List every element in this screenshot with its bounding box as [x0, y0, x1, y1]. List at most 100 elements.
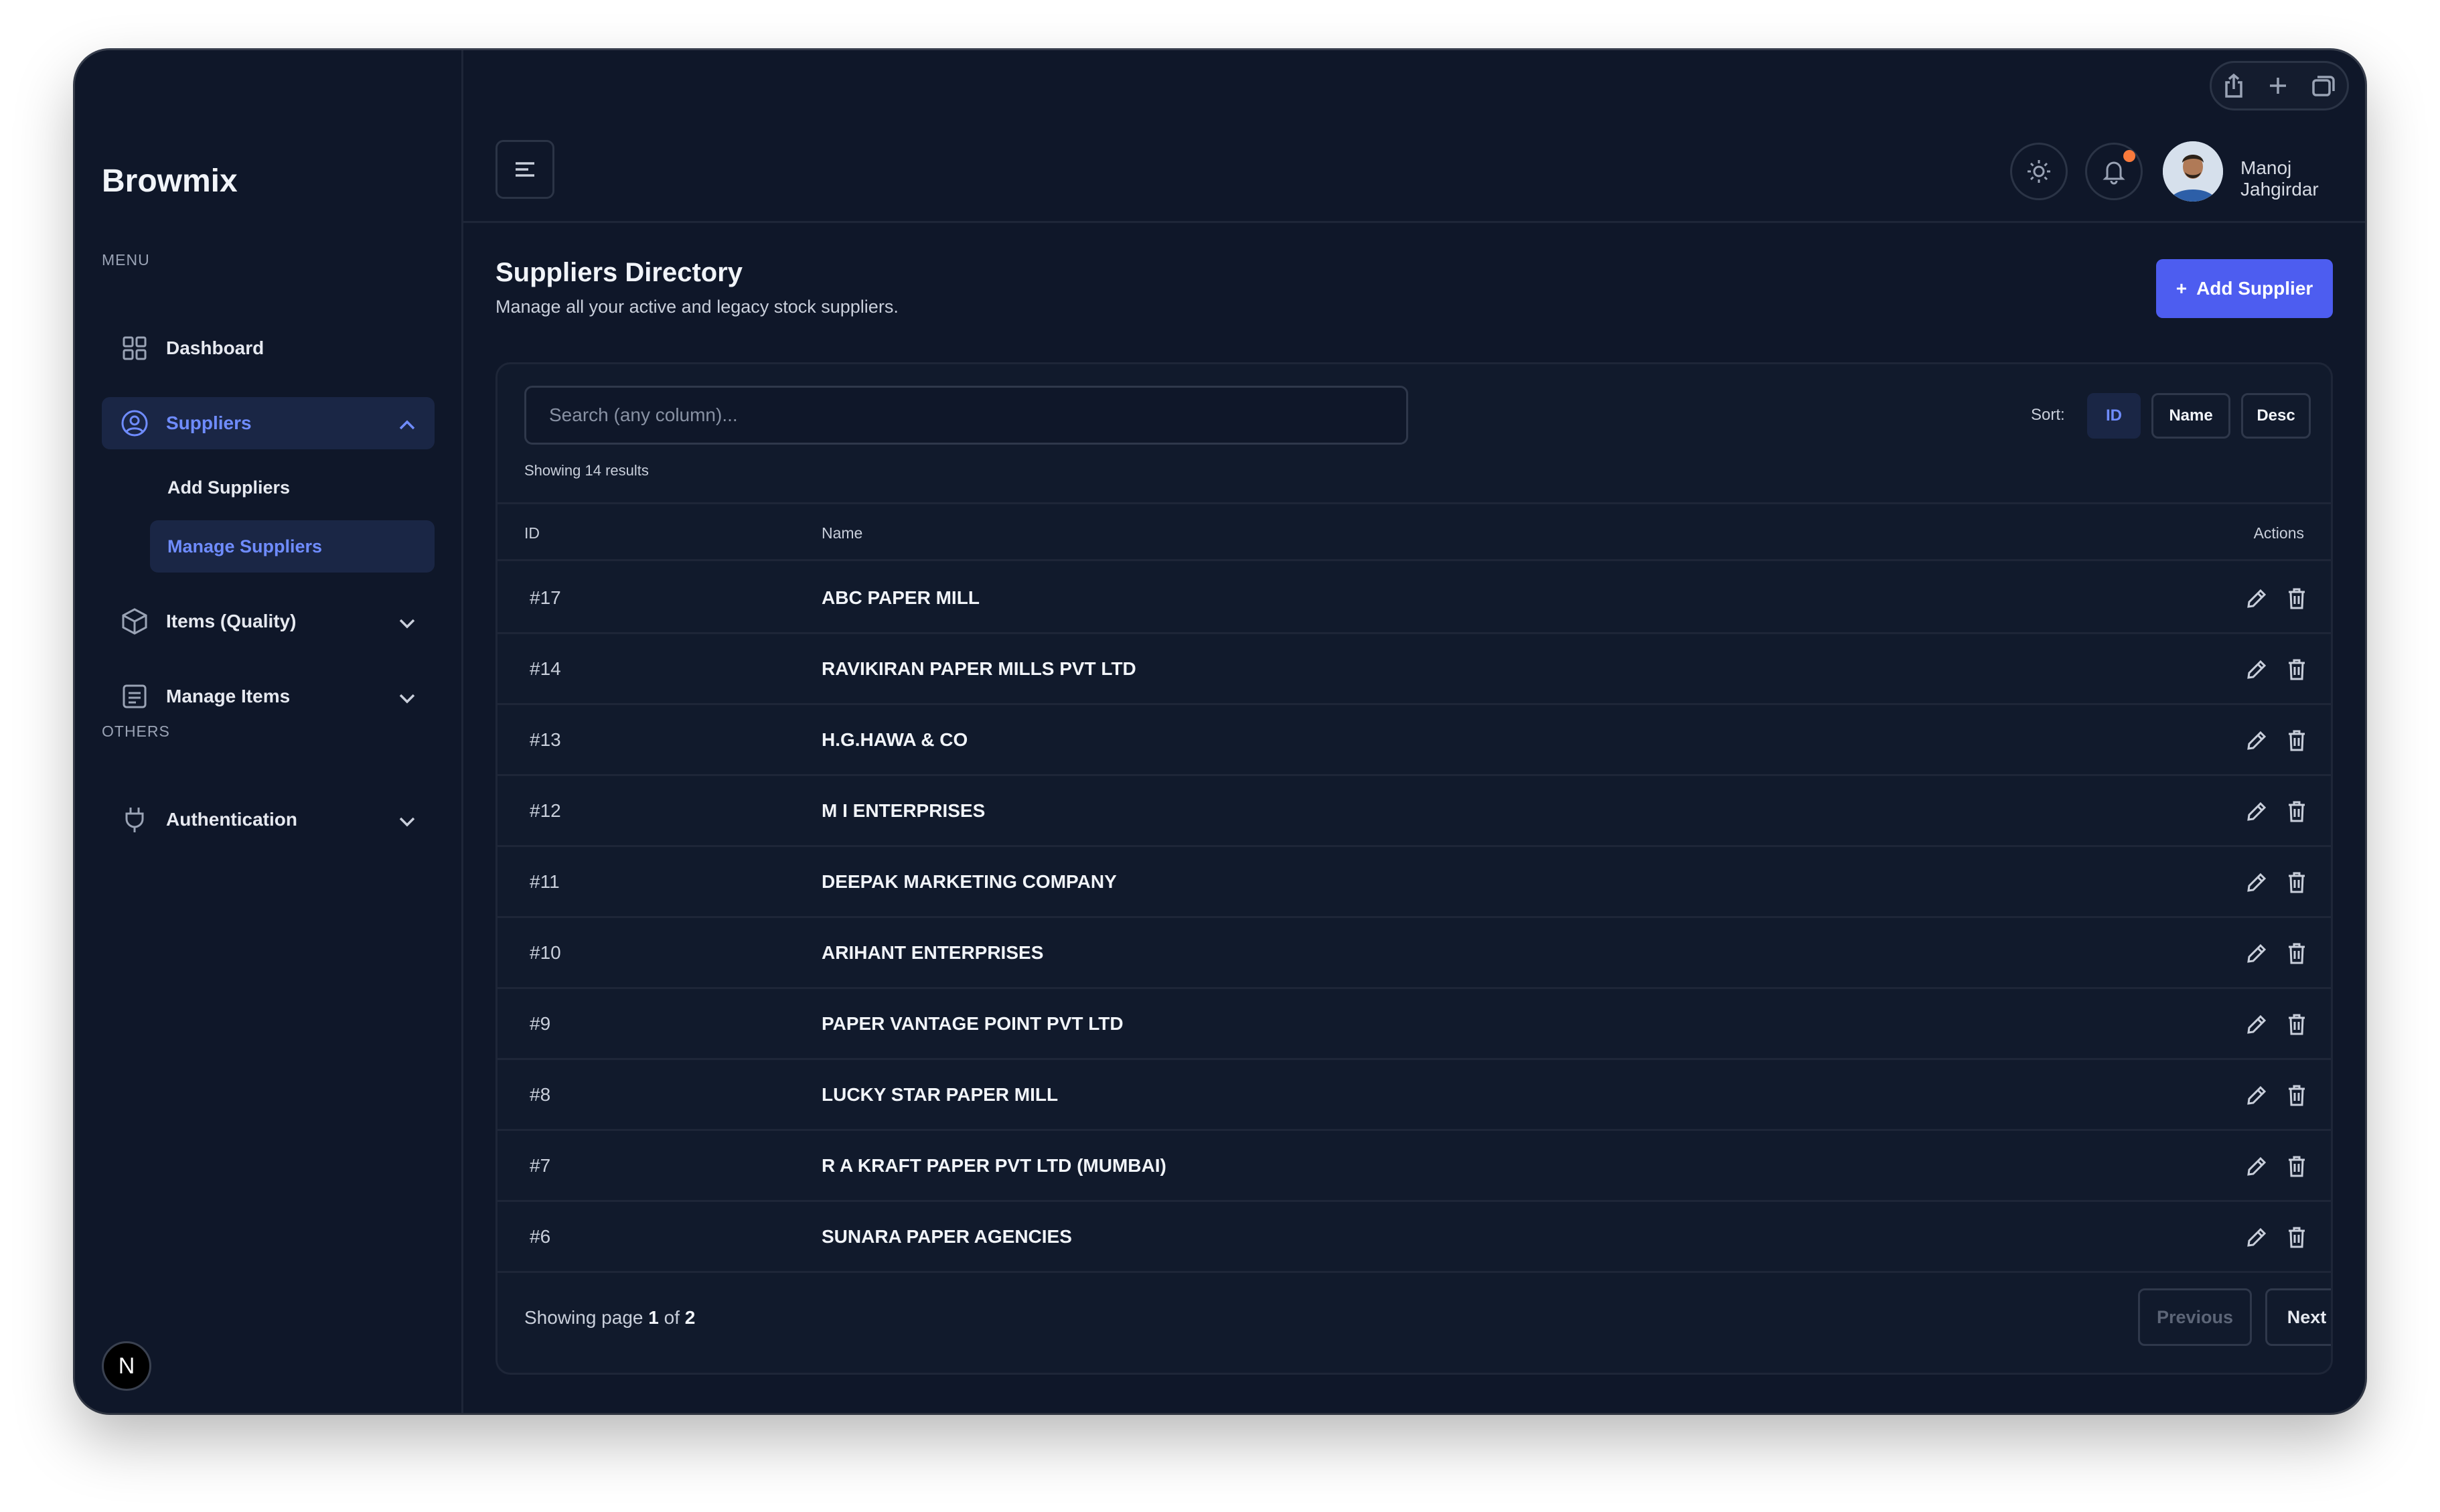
top-header: Manoj Jahgirdar: [463, 50, 2365, 223]
table-row: #13 H.G.HAWA & CO: [498, 705, 2331, 776]
grid-icon: [121, 334, 149, 362]
trash-icon[interactable]: [2284, 799, 2309, 824]
row-id: #17: [530, 587, 561, 608]
sun-icon: [2028, 160, 2050, 183]
browser-window: Browmix MENU Dashboard Suppliers Add Sup…: [75, 50, 2365, 1413]
row-name: H.G.HAWA & CO: [822, 729, 968, 750]
table-row: #7 R A KRAFT PAPER PVT LTD (MUMBAI): [498, 1131, 2331, 1202]
suppliers-card: Sort: ID Name Desc Showing 14 results ID…: [495, 362, 2333, 1375]
row-id: #6: [530, 1226, 551, 1247]
trash-icon[interactable]: [2284, 728, 2309, 753]
user-circle-icon: [121, 409, 149, 437]
row-name: SUNARA PAPER AGENCIES: [822, 1226, 1072, 1247]
theme-toggle-button[interactable]: [2010, 143, 2068, 200]
chevron-up-icon: [398, 414, 416, 436]
previous-page-button[interactable]: Previous: [2138, 1288, 2252, 1346]
column-header-actions: Actions: [2253, 524, 2304, 542]
edit-icon[interactable]: [2244, 941, 2269, 966]
row-id: #11: [530, 871, 560, 892]
row-name: DEEPAK MARKETING COMPANY: [822, 871, 1117, 892]
row-name: M I ENTERPRISES: [822, 800, 986, 821]
trash-icon[interactable]: [2284, 657, 2309, 682]
row-name: R A KRAFT PAPER PVT LTD (MUMBAI): [822, 1155, 1166, 1176]
avatar[interactable]: [2163, 141, 2223, 202]
others-section-title: OTHERS: [102, 723, 170, 740]
table-row: #10 ARIHANT ENTERPRISES: [498, 918, 2331, 989]
edit-icon[interactable]: [2244, 1012, 2269, 1037]
notifications-button[interactable]: [2085, 143, 2143, 200]
row-id: #13: [530, 729, 561, 750]
bell-icon: [2103, 161, 2125, 185]
sort-name-button[interactable]: Name: [2151, 393, 2230, 439]
row-id: #12: [530, 800, 561, 821]
list-icon: [121, 682, 149, 710]
trash-icon[interactable]: [2284, 941, 2309, 966]
edit-icon[interactable]: [2244, 1225, 2269, 1250]
edit-icon[interactable]: [2244, 799, 2269, 824]
dev-tools-badge[interactable]: N: [102, 1341, 151, 1391]
sidebar-item-label: Authentication: [166, 809, 297, 830]
page-title: Suppliers Directory: [495, 258, 743, 287]
results-count: Showing 14 results: [524, 462, 649, 479]
trash-icon[interactable]: [2284, 1154, 2309, 1179]
sidebar-item-manage-items[interactable]: Manage Items: [102, 670, 435, 723]
hamburger-icon: [516, 162, 534, 177]
sidebar-subitem-manage-suppliers[interactable]: Manage Suppliers: [150, 520, 435, 573]
brand-logo: Browmix: [102, 163, 238, 199]
table-header: ID Name Actions: [498, 502, 2331, 561]
edit-icon[interactable]: [2244, 1154, 2269, 1179]
sidebar-item-label: Suppliers: [166, 412, 252, 433]
trash-icon[interactable]: [2284, 1083, 2309, 1108]
row-id: #14: [530, 658, 561, 679]
trash-icon[interactable]: [2284, 870, 2309, 895]
edit-icon[interactable]: [2244, 586, 2269, 611]
next-page-button[interactable]: Next: [2265, 1288, 2331, 1346]
add-supplier-button[interactable]: + Add Supplier: [2156, 259, 2333, 318]
row-id: #10: [530, 942, 561, 963]
table-row: #8 LUCKY STAR PAPER MILL: [498, 1060, 2331, 1131]
search-input[interactable]: [524, 386, 1408, 445]
sort-id-button[interactable]: ID: [2087, 393, 2141, 439]
sidebar-item-items-quality[interactable]: Items (Quality): [102, 595, 435, 648]
edit-icon[interactable]: [2244, 1083, 2269, 1108]
trash-icon[interactable]: [2284, 1225, 2309, 1250]
trash-icon[interactable]: [2284, 586, 2309, 611]
user-name[interactable]: Manoj Jahgirdar: [2240, 157, 2365, 200]
plug-icon: [121, 806, 149, 834]
chevron-down-icon: [398, 688, 416, 709]
edit-icon[interactable]: [2244, 657, 2269, 682]
sidebar-item-authentication[interactable]: Authentication: [102, 793, 435, 846]
menu-section-title: MENU: [102, 251, 150, 269]
table-row: #9 PAPER VANTAGE POINT PVT LTD: [498, 989, 2331, 1060]
column-header-name[interactable]: Name: [822, 524, 862, 542]
row-name: ARIHANT ENTERPRISES: [822, 942, 1044, 963]
row-name: ABC PAPER MILL: [822, 587, 980, 608]
page-indicator: Showing page 1 of 2: [524, 1307, 696, 1328]
table-row: #11 DEEPAK MARKETING COMPANY: [498, 847, 2331, 918]
row-id: #7: [530, 1155, 551, 1176]
row-id: #8: [530, 1084, 551, 1105]
row-name: LUCKY STAR PAPER MILL: [822, 1084, 1059, 1105]
sidebar-subitem-add-suppliers[interactable]: Add Suppliers: [150, 461, 435, 514]
row-name: RAVIKIRAN PAPER MILLS PVT LTD: [822, 658, 1136, 679]
box-icon: [121, 607, 149, 635]
sort-desc-button[interactable]: Desc: [2241, 393, 2311, 439]
row-id: #9: [530, 1013, 551, 1034]
trash-icon[interactable]: [2284, 1012, 2309, 1037]
sidebar-item-label: Dashboard: [166, 337, 264, 358]
sidebar: Browmix MENU Dashboard Suppliers Add Sup…: [75, 50, 463, 1413]
sidebar-item-label: Manage Items: [166, 686, 291, 706]
edit-icon[interactable]: [2244, 870, 2269, 895]
notification-dot: [2123, 150, 2135, 162]
sidebar-item-dashboard[interactable]: Dashboard: [102, 322, 435, 374]
chevron-down-icon: [398, 811, 416, 832]
chevron-down-icon: [398, 613, 416, 634]
sidebar-item-suppliers[interactable]: Suppliers: [102, 397, 435, 449]
column-header-id[interactable]: ID: [524, 524, 540, 542]
sidebar-item-label: Items (Quality): [166, 611, 297, 631]
table-row: #12 M I ENTERPRISES: [498, 776, 2331, 847]
menu-toggle-button[interactable]: [495, 140, 554, 199]
plus-icon: +: [2176, 278, 2188, 299]
edit-icon[interactable]: [2244, 728, 2269, 753]
row-name: PAPER VANTAGE POINT PVT LTD: [822, 1013, 1124, 1034]
